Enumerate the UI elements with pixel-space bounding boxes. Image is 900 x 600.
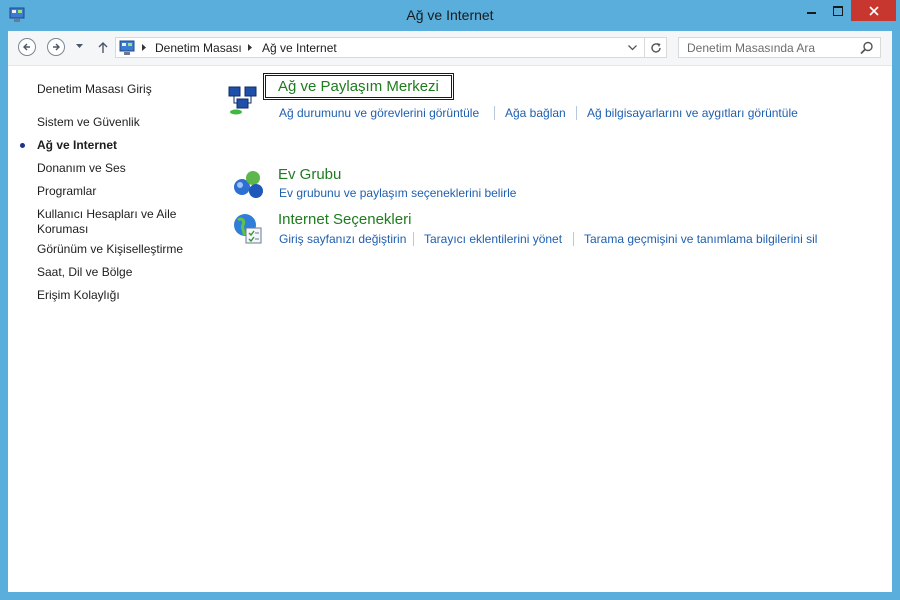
control-panel-icon (119, 40, 135, 55)
breadcrumb-network-internet[interactable]: Ağ ve Internet (262, 41, 337, 55)
arrow-up-icon (98, 41, 108, 53)
sidebar-item-hardware-sound[interactable]: Donanım ve Ses (37, 161, 187, 176)
network-sharing-icon[interactable] (226, 83, 260, 117)
category-title-internet-options[interactable]: Internet Seçenekleri (278, 211, 411, 228)
homegroup-icon[interactable] (232, 168, 266, 202)
search-placeholder: Denetim Masasında Ara (687, 41, 816, 55)
link-homegroup-options[interactable]: Ev grubunu ve paylaşım seçeneklerini bel… (279, 186, 516, 200)
sidebar-item-ease-of-access[interactable]: Erişim Kolaylığı (37, 288, 187, 303)
sidebar-item-control-panel-home[interactable]: Denetim Masası Giriş (37, 82, 187, 97)
breadcrumb-arrow-icon[interactable] (247, 43, 253, 52)
internet-options-icon[interactable] (232, 211, 266, 245)
search-input[interactable]: Denetim Masasında Ara (678, 37, 881, 58)
search-icon[interactable] (860, 41, 874, 55)
link-connect-network[interactable]: Ağa bağlan (505, 106, 566, 120)
breadcrumb-arrow-icon[interactable] (141, 43, 147, 52)
refresh-button[interactable] (644, 38, 667, 57)
link-separator (576, 106, 577, 120)
breadcrumb-control-panel[interactable]: Denetim Masası (155, 41, 242, 55)
maximize-button[interactable] (825, 0, 851, 21)
close-icon (868, 5, 879, 16)
sidebar-item-programs[interactable]: Programlar (37, 184, 187, 199)
address-bar[interactable]: Denetim Masası Ağ ve Internet (115, 37, 667, 58)
sidebar-item-network-internet[interactable]: Ağ ve Internet (37, 138, 187, 153)
link-separator (573, 232, 574, 246)
active-bullet-icon (20, 143, 25, 148)
link-separator (413, 232, 414, 246)
address-history-button[interactable] (626, 42, 638, 54)
arrow-right-icon (53, 43, 60, 51)
maximize-icon (833, 5, 843, 16)
window-title: Ağ ve Internet (406, 7, 494, 23)
title-bar[interactable]: Ağ ve Internet (0, 0, 900, 31)
sidebar-item-system-security[interactable]: Sistem ve Güvenlik (37, 115, 187, 130)
sidebar-item-user-accounts[interactable]: Kullanıcı Hesapları ve Aile Koruması (37, 207, 187, 237)
arrow-left-icon (23, 43, 30, 51)
close-button[interactable] (851, 0, 896, 21)
minimize-button[interactable] (797, 0, 825, 21)
sidebar-item-appearance[interactable]: Görünüm ve Kişiselleştirme (37, 242, 187, 257)
sidebar-item-clock-language[interactable]: Saat, Dil ve Bölge (37, 265, 187, 280)
category-title-network-sharing[interactable]: Ağ ve Paylaşım Merkezi (265, 75, 452, 98)
chevron-down-icon (75, 44, 83, 48)
window-client: Denetim Masası Ağ ve Internet Denetim Ma… (8, 31, 892, 592)
refresh-icon (651, 42, 661, 53)
chevron-down-icon (627, 45, 637, 51)
link-separator (494, 106, 495, 120)
navigation-bar: Denetim Masası Ağ ve Internet Denetim Ma… (8, 31, 892, 66)
link-view-network-computers[interactable]: Ağ bilgisayarlarını ve aygıtları görüntü… (587, 106, 798, 120)
link-change-homepage[interactable]: Giriş sayfanızı değiştirin (279, 232, 406, 246)
back-button[interactable] (18, 38, 36, 56)
up-button[interactable] (96, 39, 110, 55)
control-panel-window: Ağ ve Internet Denetim Masası Ağ ve Inte… (0, 0, 900, 600)
link-view-network-status[interactable]: Ağ durumunu ve görevlerini görüntüle (279, 106, 479, 120)
category-title-homegroup[interactable]: Ev Grubu (278, 166, 341, 183)
link-manage-addons[interactable]: Tarayıcı eklentilerini yönet (424, 232, 562, 246)
minimize-icon (806, 11, 816, 14)
recent-locations-button[interactable] (75, 41, 83, 51)
forward-button[interactable] (47, 38, 65, 56)
link-delete-browsing-history[interactable]: Tarama geçmişini ve tanımlama bilgilerin… (584, 232, 817, 246)
